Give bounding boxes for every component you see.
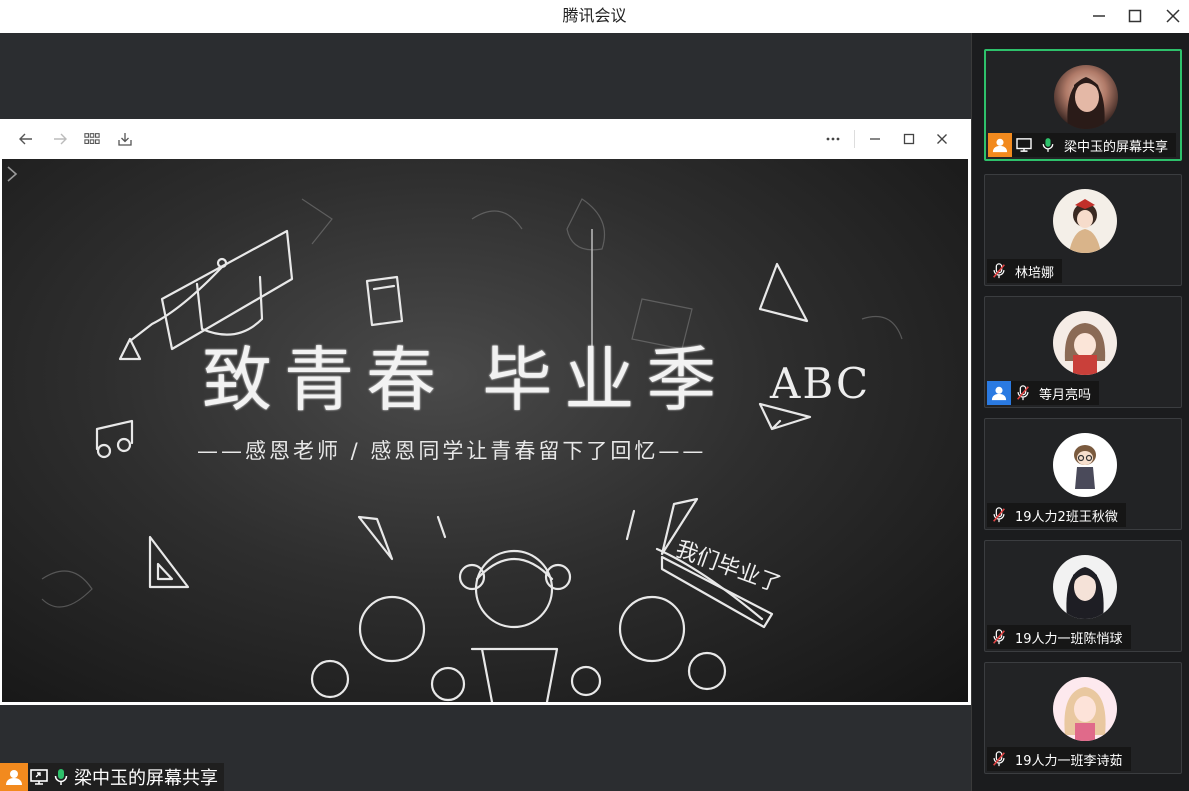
user-icon xyxy=(991,386,1007,401)
window-title: 腾讯会议 xyxy=(562,6,627,25)
slide-subtitle: ——感恩老师 / 感恩同学让青春留下了回忆—— xyxy=(197,439,707,463)
mic-muted-status xyxy=(1011,381,1035,405)
avatar xyxy=(1053,555,1117,619)
participant-name: 19人力2班王秋微 xyxy=(1015,509,1118,525)
mic-icon xyxy=(1042,138,1054,152)
forward-button[interactable] xyxy=(48,127,72,151)
maximize-icon xyxy=(903,133,915,145)
host-badge xyxy=(988,133,1012,157)
back-button[interactable] xyxy=(14,127,38,151)
avatar xyxy=(1053,311,1117,375)
mic-muted-status xyxy=(987,625,1011,649)
participant-name: 梁中玉的屏幕共享 xyxy=(1064,139,1169,155)
close-button[interactable] xyxy=(1154,0,1189,31)
participant-label: 林培娜 xyxy=(987,259,1063,283)
next-slide-arrow-icon[interactable] xyxy=(2,159,22,189)
participant-tile[interactable]: 梁中玉的屏幕共享 xyxy=(984,49,1182,161)
arrow-right-icon xyxy=(54,133,67,145)
book-drawing xyxy=(365,275,404,327)
arrow-left-icon xyxy=(19,133,32,145)
screen-share-status xyxy=(1012,133,1036,157)
mic-muted-icon xyxy=(993,263,1005,279)
mic-muted-status xyxy=(987,259,1011,283)
shared-maximize-button[interactable] xyxy=(897,127,921,151)
mic-status xyxy=(50,763,72,791)
host-badge xyxy=(0,763,28,791)
more-icon xyxy=(826,137,840,141)
participant-label: 19人力2班王秋微 xyxy=(987,503,1126,527)
avatar xyxy=(1053,189,1117,253)
mic-muted-icon xyxy=(1017,385,1029,401)
download-icon xyxy=(118,133,132,146)
minimize-icon xyxy=(1093,14,1105,17)
maximize-icon xyxy=(1128,9,1142,22)
participant-name: 19人力一班陈悄球 xyxy=(1015,631,1123,647)
participant-label: 19人力一班陈悄球 xyxy=(987,625,1131,649)
participant-label: 等月亮吗 xyxy=(987,381,1100,405)
main-stage: 致青春 毕业季 ABC ——感恩老师 / 感恩同学让青春留下了回忆—— 我们毕业… xyxy=(0,33,971,791)
participant-name: 林培娜 xyxy=(1015,265,1055,281)
participant-name: 等月亮吗 xyxy=(1039,387,1092,403)
close-icon xyxy=(937,134,947,144)
triangle-ruler-drawing xyxy=(758,262,809,323)
participant-label: 梁中玉的屏幕共享 xyxy=(988,133,1177,157)
avatar xyxy=(1053,677,1117,741)
participant-tile[interactable]: 19人力2班王秋微 xyxy=(984,418,1182,530)
avatar xyxy=(1054,65,1118,129)
shared-minimize-button[interactable] xyxy=(863,127,887,151)
presenter-name: 梁中玉的屏幕共享 xyxy=(74,768,218,789)
mic-muted-icon xyxy=(993,507,1005,523)
mic-icon xyxy=(54,769,68,785)
presentation-slide: 致青春 毕业季 ABC ——感恩老师 / 感恩同学让青春留下了回忆—— 我们毕业… xyxy=(2,159,968,702)
screen-share-icon xyxy=(1016,138,1032,152)
minimize-icon xyxy=(870,138,880,140)
maximize-button[interactable] xyxy=(1116,0,1154,31)
participant-tile[interactable]: 19人力一班陈悄球 xyxy=(984,540,1182,652)
participant-sidebar: 梁中玉的屏幕共享 林培娜 等月亮吗 19人力2班王秋微 19人力一班陈悄球 19… xyxy=(971,33,1189,791)
mic-status xyxy=(1036,133,1060,157)
shared-screen-window: 致青春 毕业季 ABC ——感恩老师 / 感恩同学让青春留下了回忆—— 我们毕业… xyxy=(0,119,971,705)
mic-muted-icon xyxy=(993,751,1005,767)
kid-head-drawing xyxy=(358,595,426,663)
mic-muted-status xyxy=(987,503,1011,527)
presenter-tag: 梁中玉的屏幕共享 xyxy=(0,763,224,791)
grid-view-button[interactable] xyxy=(80,127,104,151)
participant-name: 19人力一班李诗茹 xyxy=(1015,753,1123,769)
download-button[interactable] xyxy=(113,127,137,151)
mic-muted-icon xyxy=(993,629,1005,645)
chalkboard-drawings xyxy=(41,198,903,702)
more-button[interactable] xyxy=(821,127,845,151)
user-icon xyxy=(992,138,1008,153)
slide-title: 致青春 毕业季 xyxy=(202,339,729,421)
shared-window-toolbar xyxy=(0,119,971,159)
slide-abc-text: ABC xyxy=(770,359,871,408)
screen-share-icon xyxy=(30,769,48,785)
avatar xyxy=(1053,433,1117,497)
title-bar: 腾讯会议 xyxy=(0,0,1189,33)
mic-muted-status xyxy=(987,747,1011,771)
user-badge xyxy=(987,381,1011,405)
user-icon xyxy=(6,770,22,785)
participant-tile[interactable]: 19人力一班李诗茹 xyxy=(984,662,1182,774)
screen-share-status xyxy=(28,763,50,791)
grid-icon xyxy=(84,133,100,144)
participant-label: 19人力一班李诗茹 xyxy=(987,747,1131,771)
participant-tile[interactable]: 等月亮吗 xyxy=(984,296,1182,408)
toolbar-divider xyxy=(854,130,855,148)
minimize-button[interactable] xyxy=(1080,0,1118,31)
close-icon xyxy=(1166,8,1180,23)
participant-tile[interactable]: 林培娜 xyxy=(984,174,1182,286)
shared-close-button[interactable] xyxy=(930,127,954,151)
